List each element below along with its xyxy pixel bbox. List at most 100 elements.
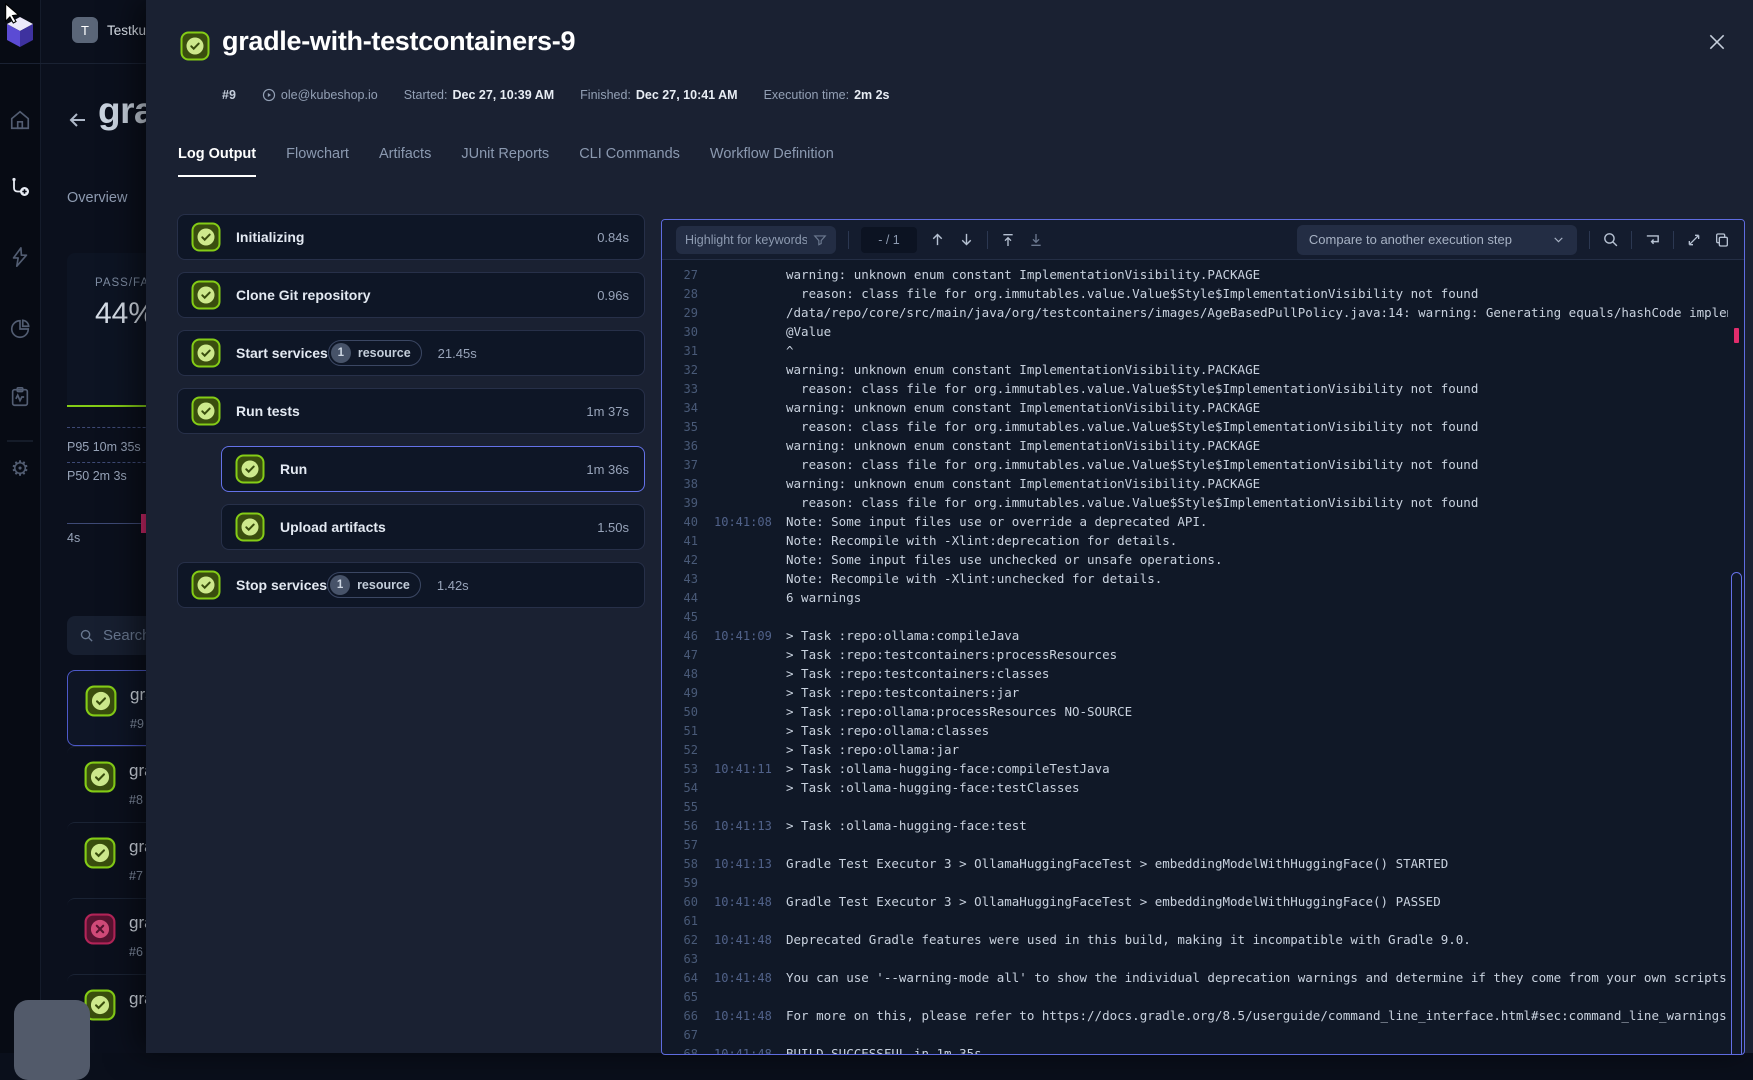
scroll-to-bottom-icon[interactable] — [1028, 232, 1044, 248]
execution-number: #8 — [129, 793, 143, 807]
log-line-number: 60 — [672, 895, 698, 909]
log-timestamp: 10:41:11 — [714, 762, 776, 776]
log-text: reason: class file for org.immutables.va… — [786, 419, 1728, 434]
scroll-to-top-icon[interactable] — [1000, 232, 1016, 248]
log-line-number: 32 — [672, 363, 698, 377]
log-line-number: 34 — [672, 401, 698, 415]
search-icon — [79, 628, 94, 643]
word-wrap-icon[interactable] — [1644, 231, 1661, 248]
match-counter: - / 1 — [861, 227, 917, 253]
resource-badge: 1resource — [328, 340, 422, 366]
step-item[interactable]: Run tests1m 37s — [177, 388, 645, 434]
log-timestamp: 10:41:13 — [714, 857, 776, 871]
tab-flowchart[interactable]: Flowchart — [286, 146, 349, 177]
copy-log-icon[interactable] — [1714, 232, 1730, 248]
expand-fullscreen-icon[interactable] — [1686, 232, 1702, 248]
log-text: reason: class file for org.immutables.va… — [786, 286, 1728, 301]
log-line: 57 — [672, 835, 1728, 854]
toolbar-divider — [848, 231, 849, 249]
highlight-keywords-field[interactable] — [676, 226, 836, 254]
step-label: Stop services — [236, 577, 327, 593]
execution-number: #7 — [129, 869, 143, 883]
previous-match-icon[interactable] — [929, 231, 946, 248]
corner-overlay — [14, 1000, 90, 1080]
workspace-avatar[interactable]: T — [72, 17, 98, 43]
workflows-icon[interactable] — [8, 176, 32, 200]
tab-workflow-definition[interactable]: Workflow Definition — [710, 146, 834, 177]
log-timestamp: 10:41:08 — [714, 515, 776, 529]
step-item[interactable]: Stop services1resource1.42s — [177, 562, 645, 608]
log-line-number: 44 — [672, 591, 698, 605]
tab-junit-reports[interactable]: JUnit Reports — [461, 146, 549, 177]
log-line-number: 62 — [672, 933, 698, 947]
step-item[interactable]: Run 1m 36s — [221, 446, 645, 492]
execution-number: #9 — [222, 88, 236, 102]
step-duration: 0.84s — [597, 230, 629, 245]
started-value: Dec 27, 10:39 AM — [452, 88, 554, 102]
step-item[interactable]: Clone Git repository0.96s — [177, 272, 645, 318]
step-label: Run — [280, 461, 307, 477]
user-avatar-icon — [262, 88, 276, 102]
highlight-keywords-input[interactable] — [685, 233, 807, 247]
resource-label: resource — [357, 578, 410, 592]
log-line-number: 50 — [672, 705, 698, 719]
tab-log-output[interactable]: Log Output — [178, 146, 256, 177]
log-text: > Task :ollama-hugging-face:compileTestJ… — [786, 761, 1728, 776]
log-text: Gradle Test Executor 3 > OllamaHuggingFa… — [786, 856, 1728, 871]
log-text: ^ — [786, 343, 1728, 358]
log-line-number: 40 — [672, 515, 698, 529]
tab-overview[interactable]: Overview — [67, 190, 127, 219]
log-line-number: 58 — [672, 857, 698, 871]
log-line-number: 33 — [672, 382, 698, 396]
execution-status-failed-icon — [84, 913, 116, 950]
mouse-cursor — [2, 2, 24, 29]
log-line-number: 46 — [672, 629, 698, 643]
log-line: 39 reason: class file for org.immutables… — [672, 493, 1728, 512]
log-text: > Task :repo:ollama:classes — [786, 723, 1728, 738]
insights-icon[interactable] — [9, 318, 31, 340]
toolbar-divider — [1631, 231, 1632, 249]
step-item[interactable]: Initializing0.84s — [177, 214, 645, 260]
log-text: Note: Recompile with -Xlint:deprecation … — [786, 533, 1728, 548]
compare-step-dropdown[interactable]: Compare to another execution step — [1297, 225, 1577, 255]
log-text: Gradle Test Executor 3 > OllamaHuggingFa… — [786, 894, 1728, 909]
home-icon[interactable] — [9, 109, 31, 131]
log-text: reason: class file for org.immutables.va… — [786, 457, 1728, 472]
log-line-number: 51 — [672, 724, 698, 738]
log-line-number: 39 — [672, 496, 698, 510]
back-arrow-icon[interactable] — [66, 108, 90, 137]
log-line: 63 — [672, 949, 1728, 968]
log-line-number: 63 — [672, 952, 698, 966]
log-content[interactable]: 27warning: unknown enum constant Impleme… — [672, 260, 1728, 1054]
step-item[interactable]: Upload artifacts1.50s — [221, 504, 645, 550]
monitoring-icon[interactable] — [9, 386, 31, 408]
log-line: 35 reason: class file for org.immutables… — [672, 417, 1728, 436]
log-line-number: 36 — [672, 439, 698, 453]
step-status-passed-icon — [235, 454, 265, 484]
next-match-icon[interactable] — [958, 231, 975, 248]
step-status-passed-icon — [191, 222, 221, 252]
settings-gear-icon[interactable]: ⚙ — [11, 457, 30, 482]
log-text: reason: class file for org.immutables.va… — [786, 381, 1728, 396]
log-line: 4610:41:09> Task :repo:ollama:compileJav… — [672, 626, 1728, 645]
log-line: 51 > Task :repo:ollama:classes — [672, 721, 1728, 740]
log-text: reason: class file for org.immutables.va… — [786, 495, 1728, 510]
log-line: 33 reason: class file for org.immutables… — [672, 379, 1728, 398]
triggers-icon[interactable] — [9, 246, 31, 268]
search-log-icon[interactable] — [1602, 231, 1619, 248]
log-toolbar: - / 1 Compare to another execution step — [662, 220, 1744, 260]
log-timestamp: 10:41:48 — [714, 1009, 776, 1023]
step-item[interactable]: Start services1resource21.45s — [177, 330, 645, 376]
log-text: warning: unknown enum constant Implement… — [786, 362, 1728, 377]
step-duration: 1m 36s — [586, 462, 629, 477]
log-scrollbar-thumb[interactable] — [1731, 572, 1742, 1055]
log-text: > Task :repo:ollama:compileJava — [786, 628, 1728, 643]
close-icon[interactable] — [1703, 28, 1731, 61]
tab-cli-commands[interactable]: CLI Commands — [579, 146, 680, 177]
log-text: warning: unknown enum constant Implement… — [786, 400, 1728, 415]
execution-number: #9 — [130, 717, 144, 731]
log-line: 6210:41:48Deprecated Gradle features wer… — [672, 930, 1728, 949]
log-line-number: 28 — [672, 287, 698, 301]
step-duration: 0.96s — [597, 288, 629, 303]
tab-artifacts[interactable]: Artifacts — [379, 146, 431, 177]
